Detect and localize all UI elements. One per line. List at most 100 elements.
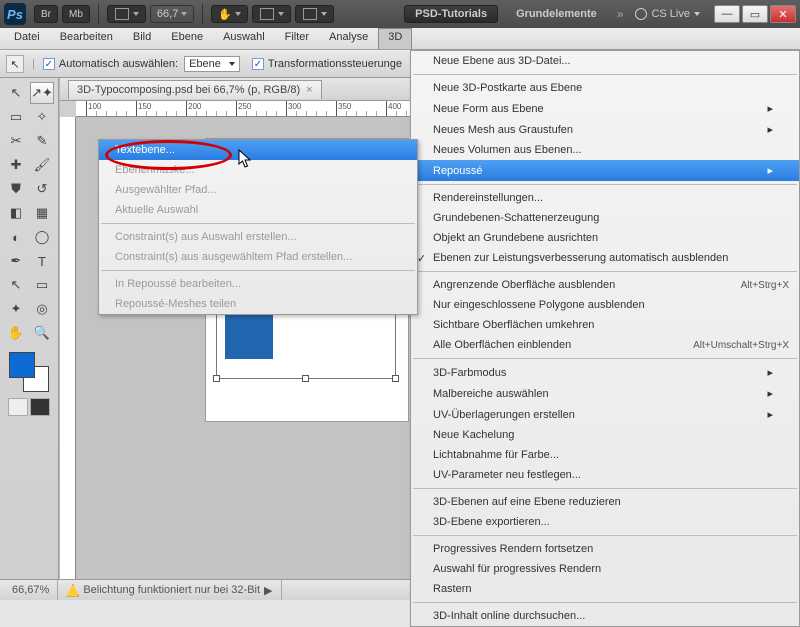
menu-3d[interactable]: 3D <box>378 28 412 49</box>
auto-select-mode[interactable]: Ebene <box>184 56 240 72</box>
menu-item[interactable]: 3D-Inhalt online durchsuchen... <box>411 606 799 626</box>
3d-camera-tool[interactable]: ◎ <box>30 298 54 320</box>
menu-datei[interactable]: Datei <box>4 28 50 49</box>
menu-bearbeiten[interactable]: Bearbeiten <box>50 28 123 49</box>
transform-handle[interactable] <box>213 375 220 382</box>
quickmask-on[interactable] <box>30 398 50 416</box>
color-swatch[interactable] <box>9 352 49 392</box>
workspace-more[interactable]: » <box>617 7 624 21</box>
arrange-button[interactable] <box>252 5 291 23</box>
menu-item-label: Rendereinstellungen... <box>433 192 543 204</box>
transform-handle[interactable] <box>302 375 309 382</box>
menu-ebene[interactable]: Ebene <box>161 28 213 49</box>
path-selection-tool[interactable]: ↖ <box>4 274 28 296</box>
menu-item[interactable]: Lichtabnahme für Farbe... <box>411 445 799 465</box>
gradient-tool[interactable]: ▦ <box>30 202 54 224</box>
menu-item[interactable]: Alle Oberflächen einblendenAlt+Umschalt+… <box>411 335 799 355</box>
chevron-right-icon: ▸ <box>767 366 773 379</box>
submenu-item[interactable]: Textebene... <box>99 140 417 160</box>
menu-item[interactable]: Sichtbare Oberflächen umkehren <box>411 315 799 335</box>
stamp-tool[interactable]: ⛊ <box>4 178 28 200</box>
history-brush-tool[interactable]: ↺ <box>30 178 54 200</box>
menu-item[interactable]: Grundebenen-Schattenerzeugung <box>411 208 799 228</box>
3d-tool[interactable]: ↗✦ <box>30 82 54 104</box>
hand-icon: ✋ <box>218 8 232 21</box>
menu-item-label: Grundebenen-Schattenerzeugung <box>433 212 599 224</box>
submenu-item: Repoussé-Meshes teilen <box>99 294 417 314</box>
menu-item[interactable]: Neue Form aus Ebene▸ <box>411 98 799 119</box>
menu-item[interactable]: 3D-Ebene exportieren... <box>411 512 799 532</box>
menu-item[interactable]: Progressives Rendern fortsetzen <box>411 539 799 559</box>
foreground-color[interactable] <box>9 352 35 378</box>
transform-handle[interactable] <box>392 375 399 382</box>
chevron-right-icon[interactable]: ▶ <box>264 584 272 597</box>
menu-item[interactable]: Angrenzende Oberfläche ausblendenAlt+Str… <box>411 275 799 295</box>
chevron-right-icon: ▸ <box>767 123 773 136</box>
menu-item[interactable]: Neue Ebene aus 3D-Datei... <box>411 51 799 71</box>
eyedropper-tool[interactable]: ✎ <box>30 130 54 152</box>
quickmask-off[interactable] <box>8 398 28 416</box>
menu-item[interactable]: Malbereiche auswählen▸ <box>411 383 799 404</box>
workspace-active[interactable]: PSD-Tutorials <box>404 5 498 23</box>
menu-item[interactable]: Auswahl für progressives Rendern <box>411 559 799 579</box>
menu-item[interactable]: 3D-Ebenen auf eine Ebene reduzieren <box>411 492 799 512</box>
menu-filter[interactable]: Filter <box>275 28 319 49</box>
bridge-button[interactable]: Br <box>34 5 58 23</box>
docs-button[interactable]: ✋ <box>211 5 248 23</box>
menu-item[interactable]: Neue Kachelung <box>411 425 799 445</box>
menu-item[interactable]: Neue 3D-Postkarte aus Ebene <box>411 78 799 98</box>
minimize-button[interactable]: — <box>714 5 740 23</box>
menu-item-label: Ebenen zur Leistungsverbesserung automat… <box>433 252 728 264</box>
menu-item[interactable]: Repoussé▸ <box>411 160 799 181</box>
menu-item[interactable]: Rendereinstellungen... <box>411 188 799 208</box>
zoom-tool[interactable]: 🔍 <box>30 322 54 344</box>
separator <box>98 4 99 24</box>
view-extras-button[interactable] <box>107 5 146 23</box>
close-icon[interactable]: × <box>306 84 312 96</box>
menu-item-label: Progressives Rendern fortsetzen <box>433 543 593 555</box>
menu-item[interactable]: UV-Überlagerungen erstellen▸ <box>411 404 799 425</box>
cslive-button[interactable]: CS Live <box>635 8 700 20</box>
move-tool[interactable]: ↖ <box>4 82 28 104</box>
menu-item[interactable]: 3D-Farbmodus▸ <box>411 362 799 383</box>
pen-tool[interactable]: ✒ <box>4 250 28 272</box>
type-tool[interactable]: T <box>30 250 54 272</box>
status-zoom[interactable]: 66,67% <box>4 580 58 600</box>
menu-item[interactable]: Neues Mesh aus Graustufen▸ <box>411 119 799 140</box>
auto-select-checkbox[interactable]: ✓ <box>43 58 55 70</box>
hand-tool[interactable]: ✋ <box>4 322 28 344</box>
menu-bild[interactable]: Bild <box>123 28 161 49</box>
document-tab[interactable]: 3D-Typocomposing.psd bei 66,7% (p, RGB/8… <box>68 80 322 99</box>
crop-tool[interactable]: ✂ <box>4 130 28 152</box>
menu-item[interactable]: Nur eingeschlossene Polygone ausblenden <box>411 295 799 315</box>
screenmode-button[interactable] <box>295 5 334 23</box>
submenu-item: Ausgewählter Pfad... <box>99 180 417 200</box>
maximize-button[interactable]: ▭ <box>742 5 768 23</box>
healing-tool[interactable]: ✚ <box>4 154 28 176</box>
menu-item[interactable]: Objekt an Grundebene ausrichten <box>411 228 799 248</box>
transform-controls-checkbox[interactable]: ✓ <box>252 58 264 70</box>
move-tool-icon[interactable]: ↖ <box>6 55 24 73</box>
menu-item[interactable]: Neues Volumen aus Ebenen... <box>411 140 799 160</box>
menu-item[interactable]: Ebenen zur Leistungsverbesserung automat… <box>411 248 799 268</box>
blur-tool[interactable]: ◐ <box>4 226 28 248</box>
brush-tool[interactable]: 🖌 <box>30 154 54 176</box>
close-button[interactable]: ✕ <box>770 5 796 23</box>
workspace-label[interactable]: Grundelemente <box>506 6 607 22</box>
minibridge-button[interactable]: Mb <box>62 5 90 23</box>
menu-auswahl[interactable]: Auswahl <box>213 28 275 49</box>
menu-item-label: Neue Kachelung <box>433 429 514 441</box>
menu-item-label: Neue Form aus Ebene <box>433 103 544 115</box>
zoom-input[interactable]: 66,7 <box>150 5 194 23</box>
magic-wand-tool[interactable]: ✧ <box>30 106 54 128</box>
ps-logo: Ps <box>4 3 26 25</box>
menu-item[interactable]: Rastern <box>411 579 799 599</box>
menu-item-label: 3D-Ebene exportieren... <box>433 516 550 528</box>
menu-item[interactable]: UV-Parameter neu festlegen... <box>411 465 799 485</box>
3d-rotate-tool[interactable]: ✦ <box>4 298 28 320</box>
marquee-tool[interactable]: ▭ <box>4 106 28 128</box>
dodge-tool[interactable]: ◯ <box>30 226 54 248</box>
menu-analyse[interactable]: Analyse <box>319 28 378 49</box>
eraser-tool[interactable]: ◧ <box>4 202 28 224</box>
shape-tool[interactable]: ▭ <box>30 274 54 296</box>
